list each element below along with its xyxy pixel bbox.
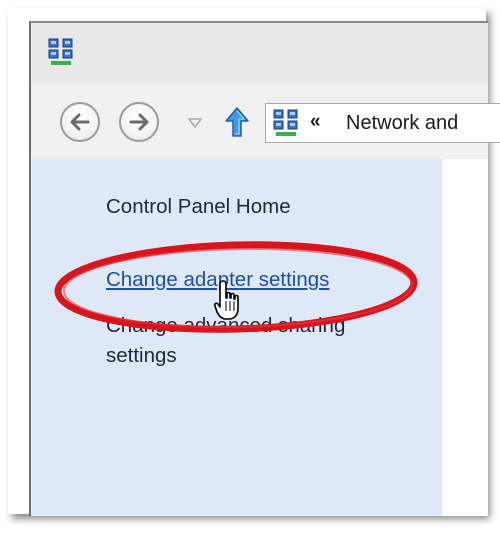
control-panel-home-link[interactable]: Control Panel Home [106,195,291,219]
hand-pointer-icon [213,279,248,328]
breadcrumb-network-and-internet[interactable]: Network and [346,112,458,135]
title-bar [31,23,488,85]
dropdown-triangle-icon [188,118,202,128]
recent-locations-dropdown[interactable] [187,116,203,134]
forward-arrow-icon [129,113,149,131]
network-icon [272,108,300,143]
network-icon [47,37,75,72]
address-bar[interactable]: « Network and [265,103,500,143]
up-button[interactable] [224,106,250,143]
up-arrow-icon [225,107,249,137]
back-arrow-icon [70,113,90,131]
breadcrumb-overflow-chevrons[interactable]: « [310,111,321,133]
change-advanced-sharing-settings-link[interactable]: Change advanced sharing settings [106,311,406,371]
back-button[interactable] [60,102,100,142]
forward-button[interactable] [119,102,159,142]
navigation-bar: « Network and [31,85,500,160]
content-pane [441,159,488,516]
